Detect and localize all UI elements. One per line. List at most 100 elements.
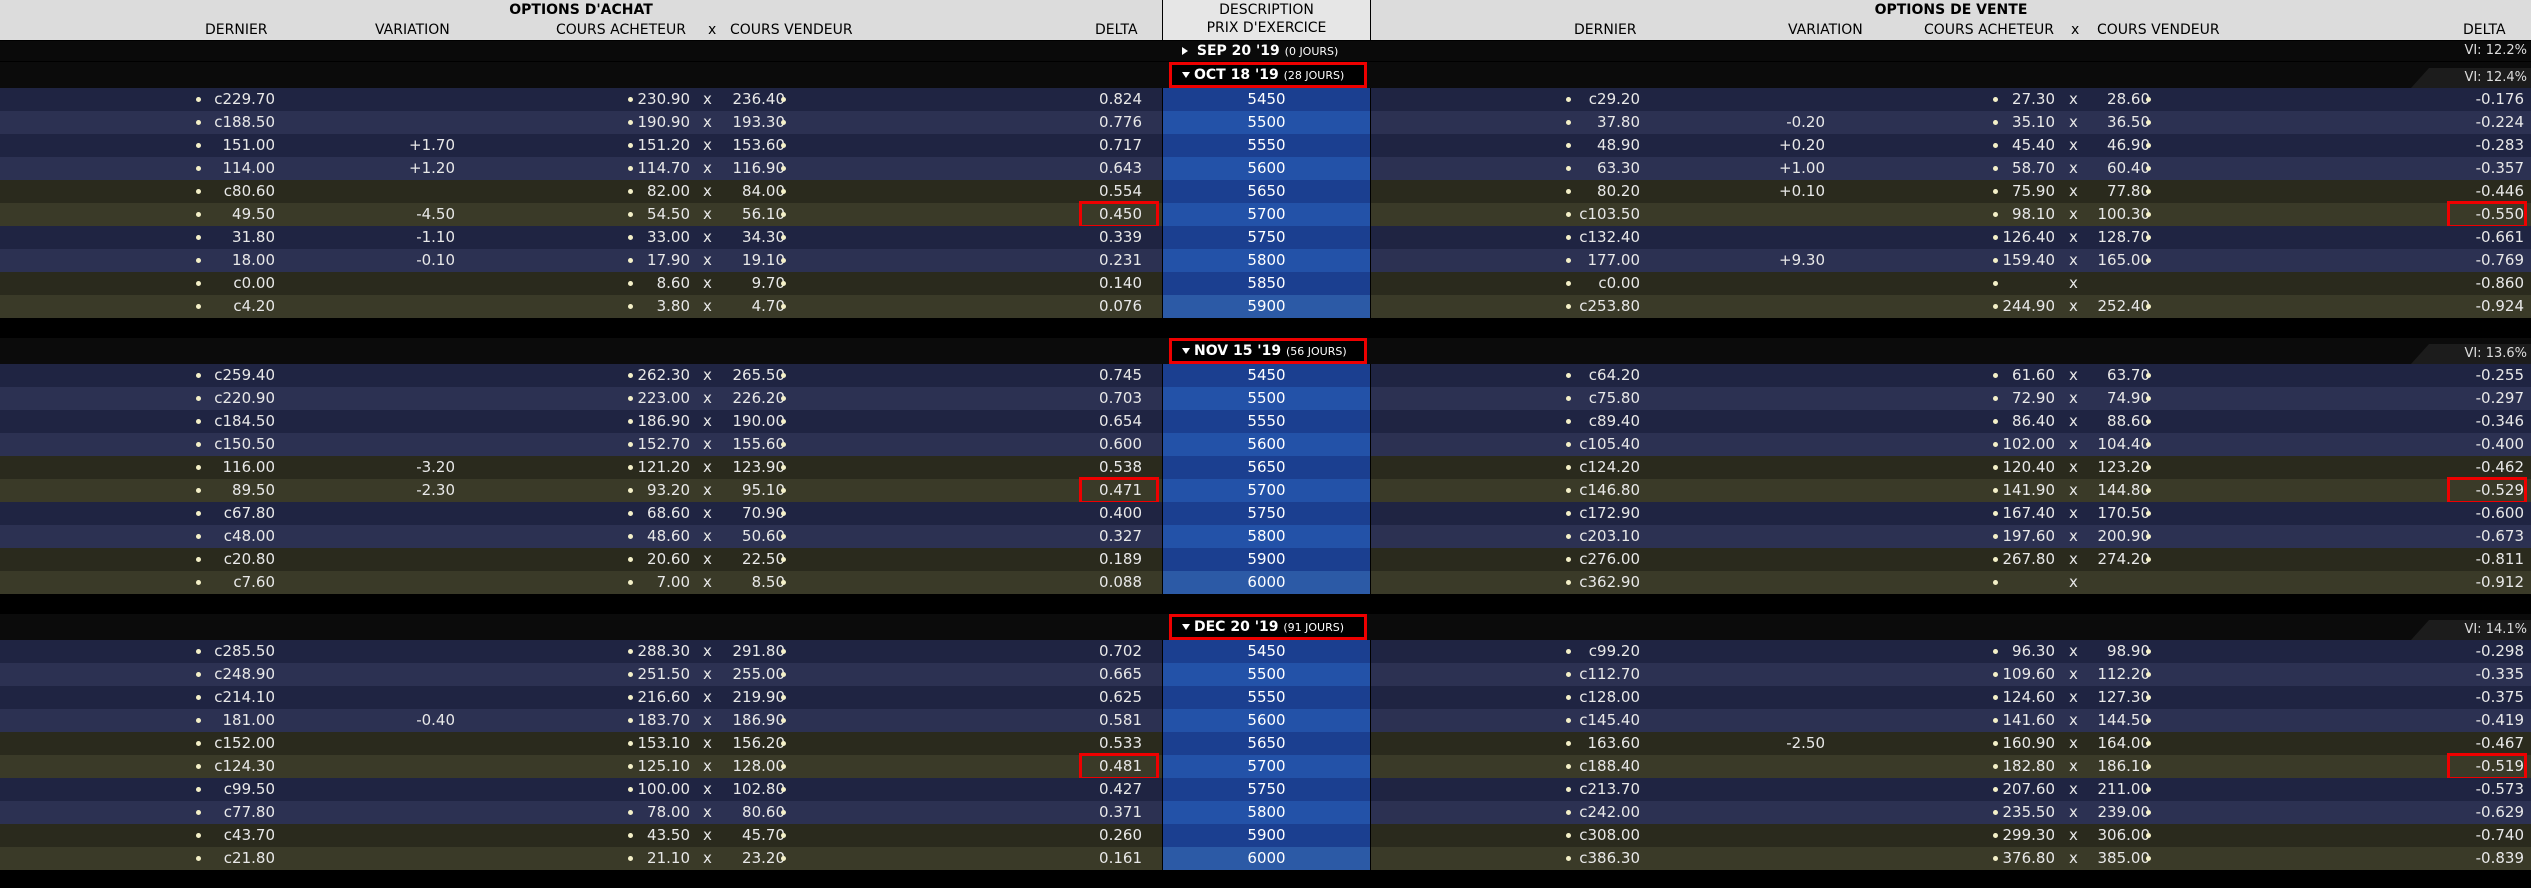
table-row[interactable] — [1371, 663, 2531, 686]
table-row[interactable] — [1371, 433, 2531, 456]
strike-cell[interactable]: 5600 — [1163, 157, 1370, 180]
table-row[interactable] — [1371, 180, 2531, 203]
call-change: -3.20 — [416, 458, 455, 476]
strike-cell[interactable]: 5450 — [1163, 88, 1370, 111]
strike-cell[interactable]: 5500 — [1163, 387, 1370, 410]
expiry-header-1[interactable]: NOV 15 '19 (56 JOURS) — [1169, 338, 1367, 364]
table-row[interactable] — [0, 456, 1162, 479]
table-row[interactable] — [1371, 640, 2531, 663]
table-row[interactable] — [0, 180, 1162, 203]
table-row[interactable] — [0, 134, 1162, 157]
expiry-header-2[interactable]: DEC 20 '19 (91 JOURS) — [1169, 614, 1367, 640]
table-row[interactable] — [0, 295, 1162, 318]
table-row[interactable] — [1371, 824, 2531, 847]
table-row[interactable] — [1371, 134, 2531, 157]
table-row[interactable] — [0, 387, 1162, 410]
table-row[interactable] — [1371, 249, 2531, 272]
table-row[interactable] — [0, 111, 1162, 134]
strike-cell[interactable]: 5450 — [1163, 640, 1370, 663]
table-row[interactable] — [0, 433, 1162, 456]
table-row[interactable] — [0, 272, 1162, 295]
strike-cell[interactable]: 5450 — [1163, 364, 1370, 387]
put-bid: 109.60 — [2002, 665, 2056, 683]
put-delta: -0.255 — [2475, 366, 2524, 384]
strike-cell[interactable]: 5650 — [1163, 456, 1370, 479]
call-delta: 0.581 — [1099, 711, 1142, 729]
table-row[interactable] — [0, 755, 1162, 778]
strike-cell[interactable]: 5800 — [1163, 525, 1370, 548]
table-row[interactable] — [1371, 847, 2531, 870]
strike-cell[interactable]: 5900 — [1163, 548, 1370, 571]
table-row[interactable] — [1371, 387, 2531, 410]
strike-cell[interactable]: 5550 — [1163, 134, 1370, 157]
strike-cell[interactable]: 5700 — [1163, 203, 1370, 226]
table-row[interactable] — [1371, 203, 2531, 226]
table-row[interactable] — [0, 479, 1162, 502]
table-row[interactable] — [1371, 272, 2531, 295]
table-row[interactable] — [1371, 295, 2531, 318]
strike-cell[interactable]: 5850 — [1163, 272, 1370, 295]
table-row[interactable] — [1371, 548, 2531, 571]
table-row[interactable] — [0, 88, 1162, 111]
table-row[interactable] — [1371, 755, 2531, 778]
strike-cell[interactable]: 5700 — [1163, 479, 1370, 502]
table-row[interactable] — [1371, 732, 2531, 755]
strike-cell[interactable]: 5800 — [1163, 249, 1370, 272]
table-row[interactable] — [1371, 456, 2531, 479]
strike-cell[interactable]: 6000 — [1163, 571, 1370, 594]
table-row[interactable] — [0, 801, 1162, 824]
table-row[interactable] — [0, 663, 1162, 686]
table-row[interactable] — [1371, 571, 2531, 594]
strike-cell[interactable]: 6000 — [1163, 847, 1370, 870]
strike-cell[interactable]: 5900 — [1163, 824, 1370, 847]
table-row[interactable] — [1371, 525, 2531, 548]
table-row[interactable] — [0, 364, 1162, 387]
table-row[interactable] — [1371, 226, 2531, 249]
strike-cell[interactable]: 5900 — [1163, 295, 1370, 318]
table-row[interactable] — [1371, 778, 2531, 801]
table-row[interactable] — [0, 548, 1162, 571]
table-row[interactable] — [0, 709, 1162, 732]
table-row[interactable] — [0, 203, 1162, 226]
strike-cell[interactable]: 5750 — [1163, 226, 1370, 249]
strike-cell[interactable]: 5500 — [1163, 111, 1370, 134]
strike-cell[interactable]: 5650 — [1163, 180, 1370, 203]
strike-cell[interactable]: 5600 — [1163, 709, 1370, 732]
table-row[interactable] — [0, 410, 1162, 433]
table-row[interactable] — [0, 226, 1162, 249]
bullet-icon — [781, 580, 786, 585]
table-row[interactable] — [0, 686, 1162, 709]
strike-cell[interactable]: 5650 — [1163, 732, 1370, 755]
table-row[interactable] — [0, 249, 1162, 272]
table-row[interactable] — [0, 525, 1162, 548]
puts-col-bid: COURS ACHETEUR — [1924, 22, 2054, 38]
expiry-sep[interactable]: SEP 20 '19 (0 JOURS) — [1182, 42, 1338, 60]
table-row[interactable] — [1371, 88, 2531, 111]
table-row[interactable] — [1371, 111, 2531, 134]
table-row[interactable] — [0, 571, 1162, 594]
table-row[interactable] — [0, 732, 1162, 755]
table-row[interactable] — [1371, 709, 2531, 732]
table-row[interactable] — [1371, 479, 2531, 502]
strike-cell[interactable]: 5500 — [1163, 663, 1370, 686]
strike-cell[interactable]: 5750 — [1163, 778, 1370, 801]
table-row[interactable] — [1371, 801, 2531, 824]
strike-cell[interactable]: 5800 — [1163, 801, 1370, 824]
table-row[interactable] — [1371, 686, 2531, 709]
table-row[interactable] — [0, 847, 1162, 870]
expiry-header-0[interactable]: OCT 18 '19 (28 JOURS) — [1169, 62, 1367, 88]
strike-cell[interactable]: 5550 — [1163, 410, 1370, 433]
table-row[interactable] — [0, 640, 1162, 663]
table-row[interactable] — [0, 502, 1162, 525]
table-row[interactable] — [1371, 502, 2531, 525]
table-row[interactable] — [0, 157, 1162, 180]
strike-cell[interactable]: 5750 — [1163, 502, 1370, 525]
table-row[interactable] — [0, 824, 1162, 847]
strike-cell[interactable]: 5600 — [1163, 433, 1370, 456]
strike-cell[interactable]: 5700 — [1163, 755, 1370, 778]
table-row[interactable] — [0, 778, 1162, 801]
table-row[interactable] — [1371, 410, 2531, 433]
strike-cell[interactable]: 5550 — [1163, 686, 1370, 709]
table-row[interactable] — [1371, 364, 2531, 387]
table-row[interactable] — [1371, 157, 2531, 180]
